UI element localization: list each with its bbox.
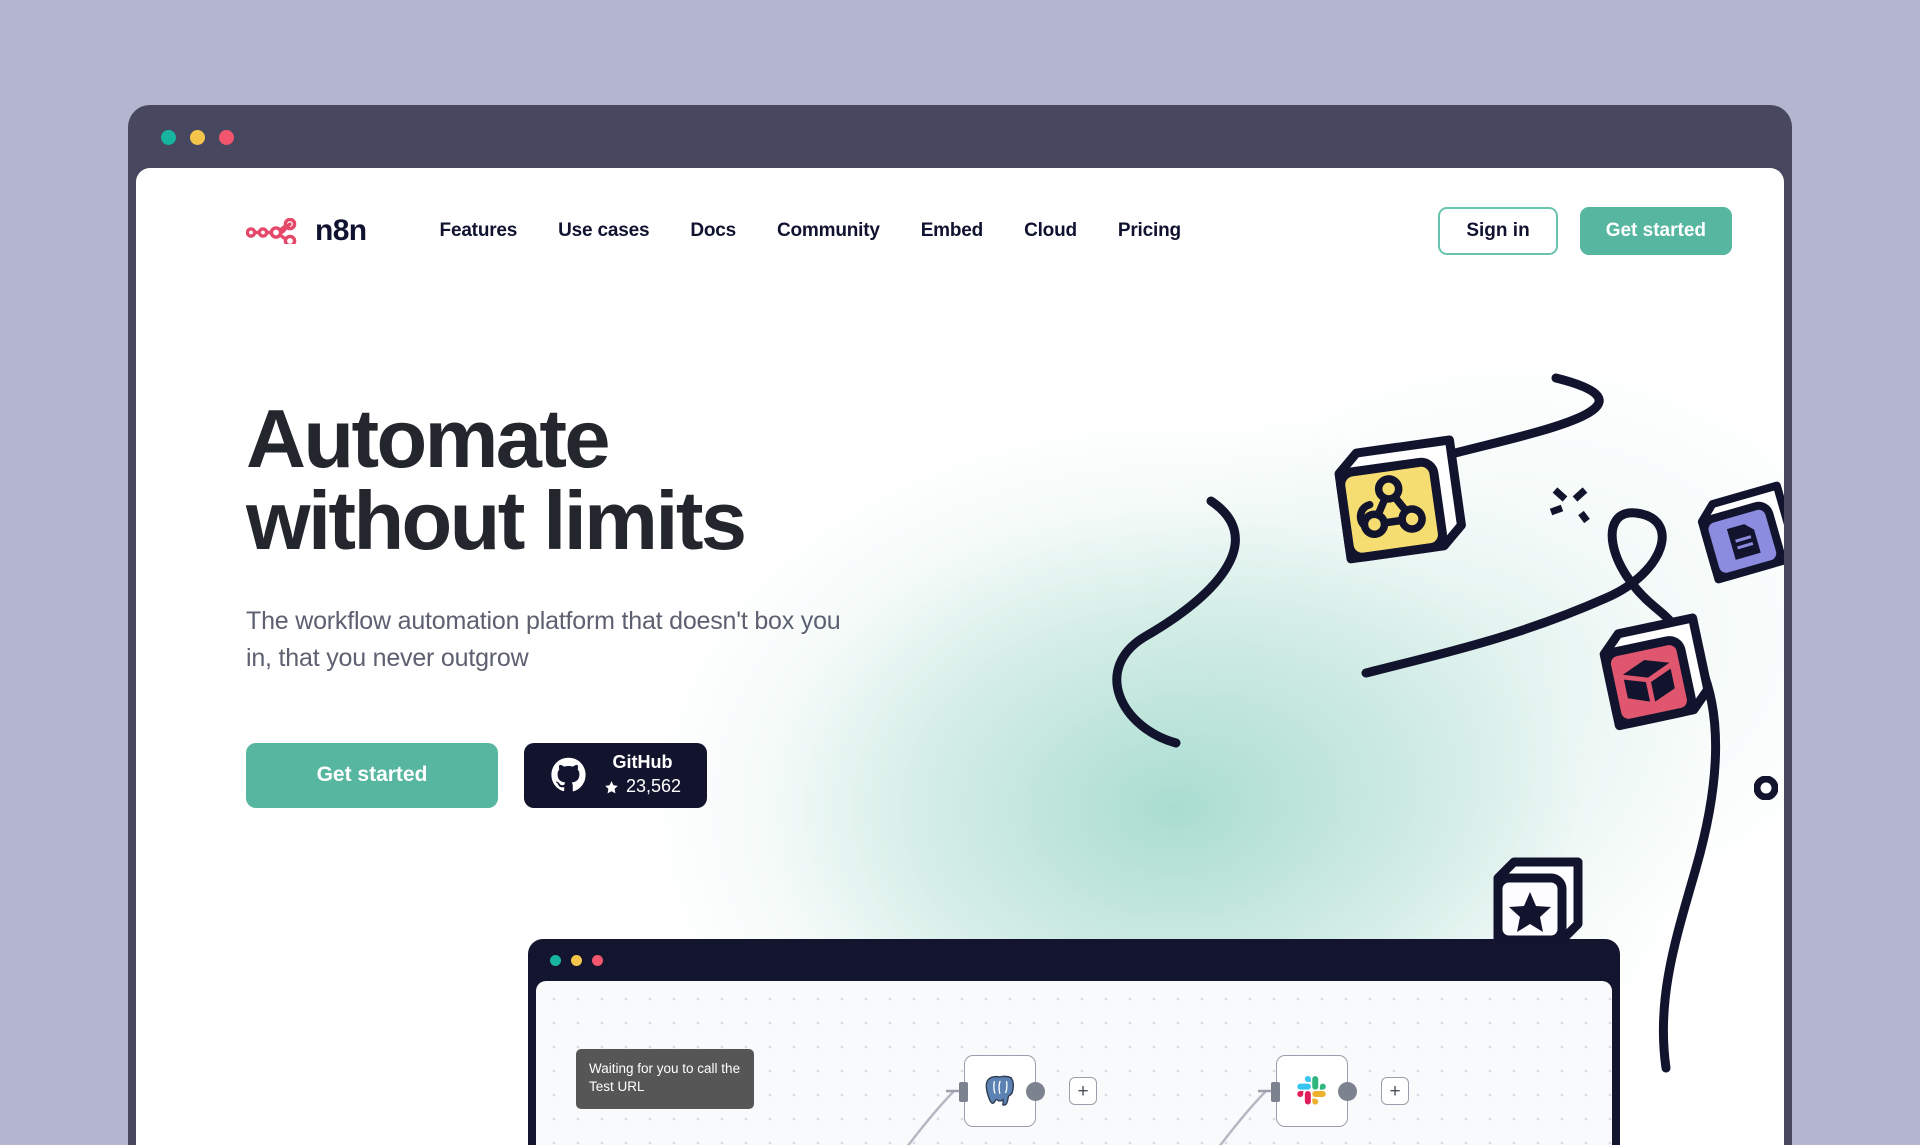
nav-item-pricing[interactable]: Pricing	[1118, 220, 1181, 242]
github-stars-row: 23,562	[604, 776, 681, 798]
sparkle-icon	[1549, 487, 1590, 524]
node-input-port[interactable]	[959, 1082, 968, 1102]
workflow-close-dot-icon[interactable]	[550, 955, 561, 966]
main-navigation: Features Use cases Docs Community Embed …	[440, 220, 1182, 242]
github-star-count: 23,562	[626, 776, 682, 797]
browser-titlebar	[128, 105, 1792, 168]
workflow-minimize-dot-icon[interactable]	[571, 955, 582, 966]
workflow-titlebar	[528, 939, 1620, 981]
workflow-tooltip: Waiting for you to call the Test URL	[576, 1049, 754, 1109]
node-input-port[interactable]	[1271, 1082, 1280, 1102]
traffic-light-buttons	[161, 130, 234, 145]
workflow-node-slack[interactable]	[1271, 1055, 1357, 1127]
node-output-port[interactable]	[1338, 1082, 1357, 1101]
nav-item-features[interactable]: Features	[440, 220, 518, 242]
browser-window: n8n Features Use cases Docs Community Em…	[128, 105, 1792, 1145]
header-actions: Sign in Get started	[1438, 207, 1732, 255]
floating-card-package	[1591, 610, 1719, 739]
workflow-node-postgres[interactable]	[959, 1055, 1045, 1127]
github-button-text: GitHub 23,562	[604, 752, 681, 798]
hero-title-line-2: without limits	[246, 474, 747, 568]
box-card-icon	[1599, 613, 1713, 731]
nav-item-embed[interactable]: Embed	[921, 220, 984, 242]
maximize-window-dot-icon[interactable]	[219, 130, 234, 145]
brand-logo[interactable]: n8n	[246, 214, 367, 248]
postgresql-icon	[985, 1075, 1014, 1106]
workflow-maximize-dot-icon[interactable]	[592, 955, 603, 966]
minimize-window-dot-icon[interactable]	[190, 130, 205, 145]
add-node-button-after-slack[interactable]: +	[1381, 1077, 1409, 1105]
nav-item-cloud[interactable]: Cloud	[1024, 220, 1077, 242]
webhook-card-icon	[1334, 435, 1466, 564]
hero-section: Automate without limits The workflow aut…	[246, 397, 1006, 808]
workflow-editor-window: Waiting for you to call the Test URL + +	[528, 939, 1620, 1145]
floating-card-webhook	[1321, 426, 1471, 576]
star-card-icon	[1493, 857, 1583, 945]
site-header: n8n Features Use cases Docs Community Em…	[136, 168, 1784, 294]
node-output-port[interactable]	[1026, 1082, 1045, 1101]
workflow-canvas[interactable]: Waiting for you to call the Test URL + +	[536, 981, 1612, 1145]
slack-icon	[1297, 1076, 1326, 1105]
hero-subtitle: The workflow automation platform that do…	[246, 607, 841, 672]
get-started-hero-button[interactable]: Get started	[246, 742, 498, 808]
star-icon	[605, 780, 618, 794]
page-title: Automate without limits	[246, 397, 1006, 562]
n8n-logo-icon	[246, 218, 297, 244]
workflow-traffic-lights	[550, 955, 603, 966]
hero-title-line-1: Automate	[246, 392, 611, 485]
add-node-button-after-postgres[interactable]: +	[1069, 1077, 1097, 1105]
page-viewport: n8n Features Use cases Docs Community Em…	[136, 168, 1784, 1145]
nav-item-docs[interactable]: Docs	[690, 220, 736, 242]
hero-actions: Get started GitHub 23,562	[246, 742, 1006, 808]
github-label: GitHub	[612, 752, 673, 773]
github-icon	[551, 757, 586, 792]
workflow-tooltip-arrow	[616, 1095, 634, 1105]
close-window-dot-icon[interactable]	[161, 130, 176, 145]
nav-item-community[interactable]: Community	[777, 220, 880, 242]
floating-card-google-sheets	[1691, 480, 1784, 593]
spreadsheet-card-icon	[1697, 481, 1784, 584]
get-started-header-button[interactable]: Get started	[1579, 207, 1732, 255]
nav-item-use-cases[interactable]: Use cases	[558, 220, 649, 242]
dot-icon	[1754, 776, 1778, 800]
brand-wordmark: n8n	[315, 214, 367, 247]
sign-in-button[interactable]: Sign in	[1438, 207, 1558, 255]
github-stars-button[interactable]: GitHub 23,562	[524, 742, 708, 808]
